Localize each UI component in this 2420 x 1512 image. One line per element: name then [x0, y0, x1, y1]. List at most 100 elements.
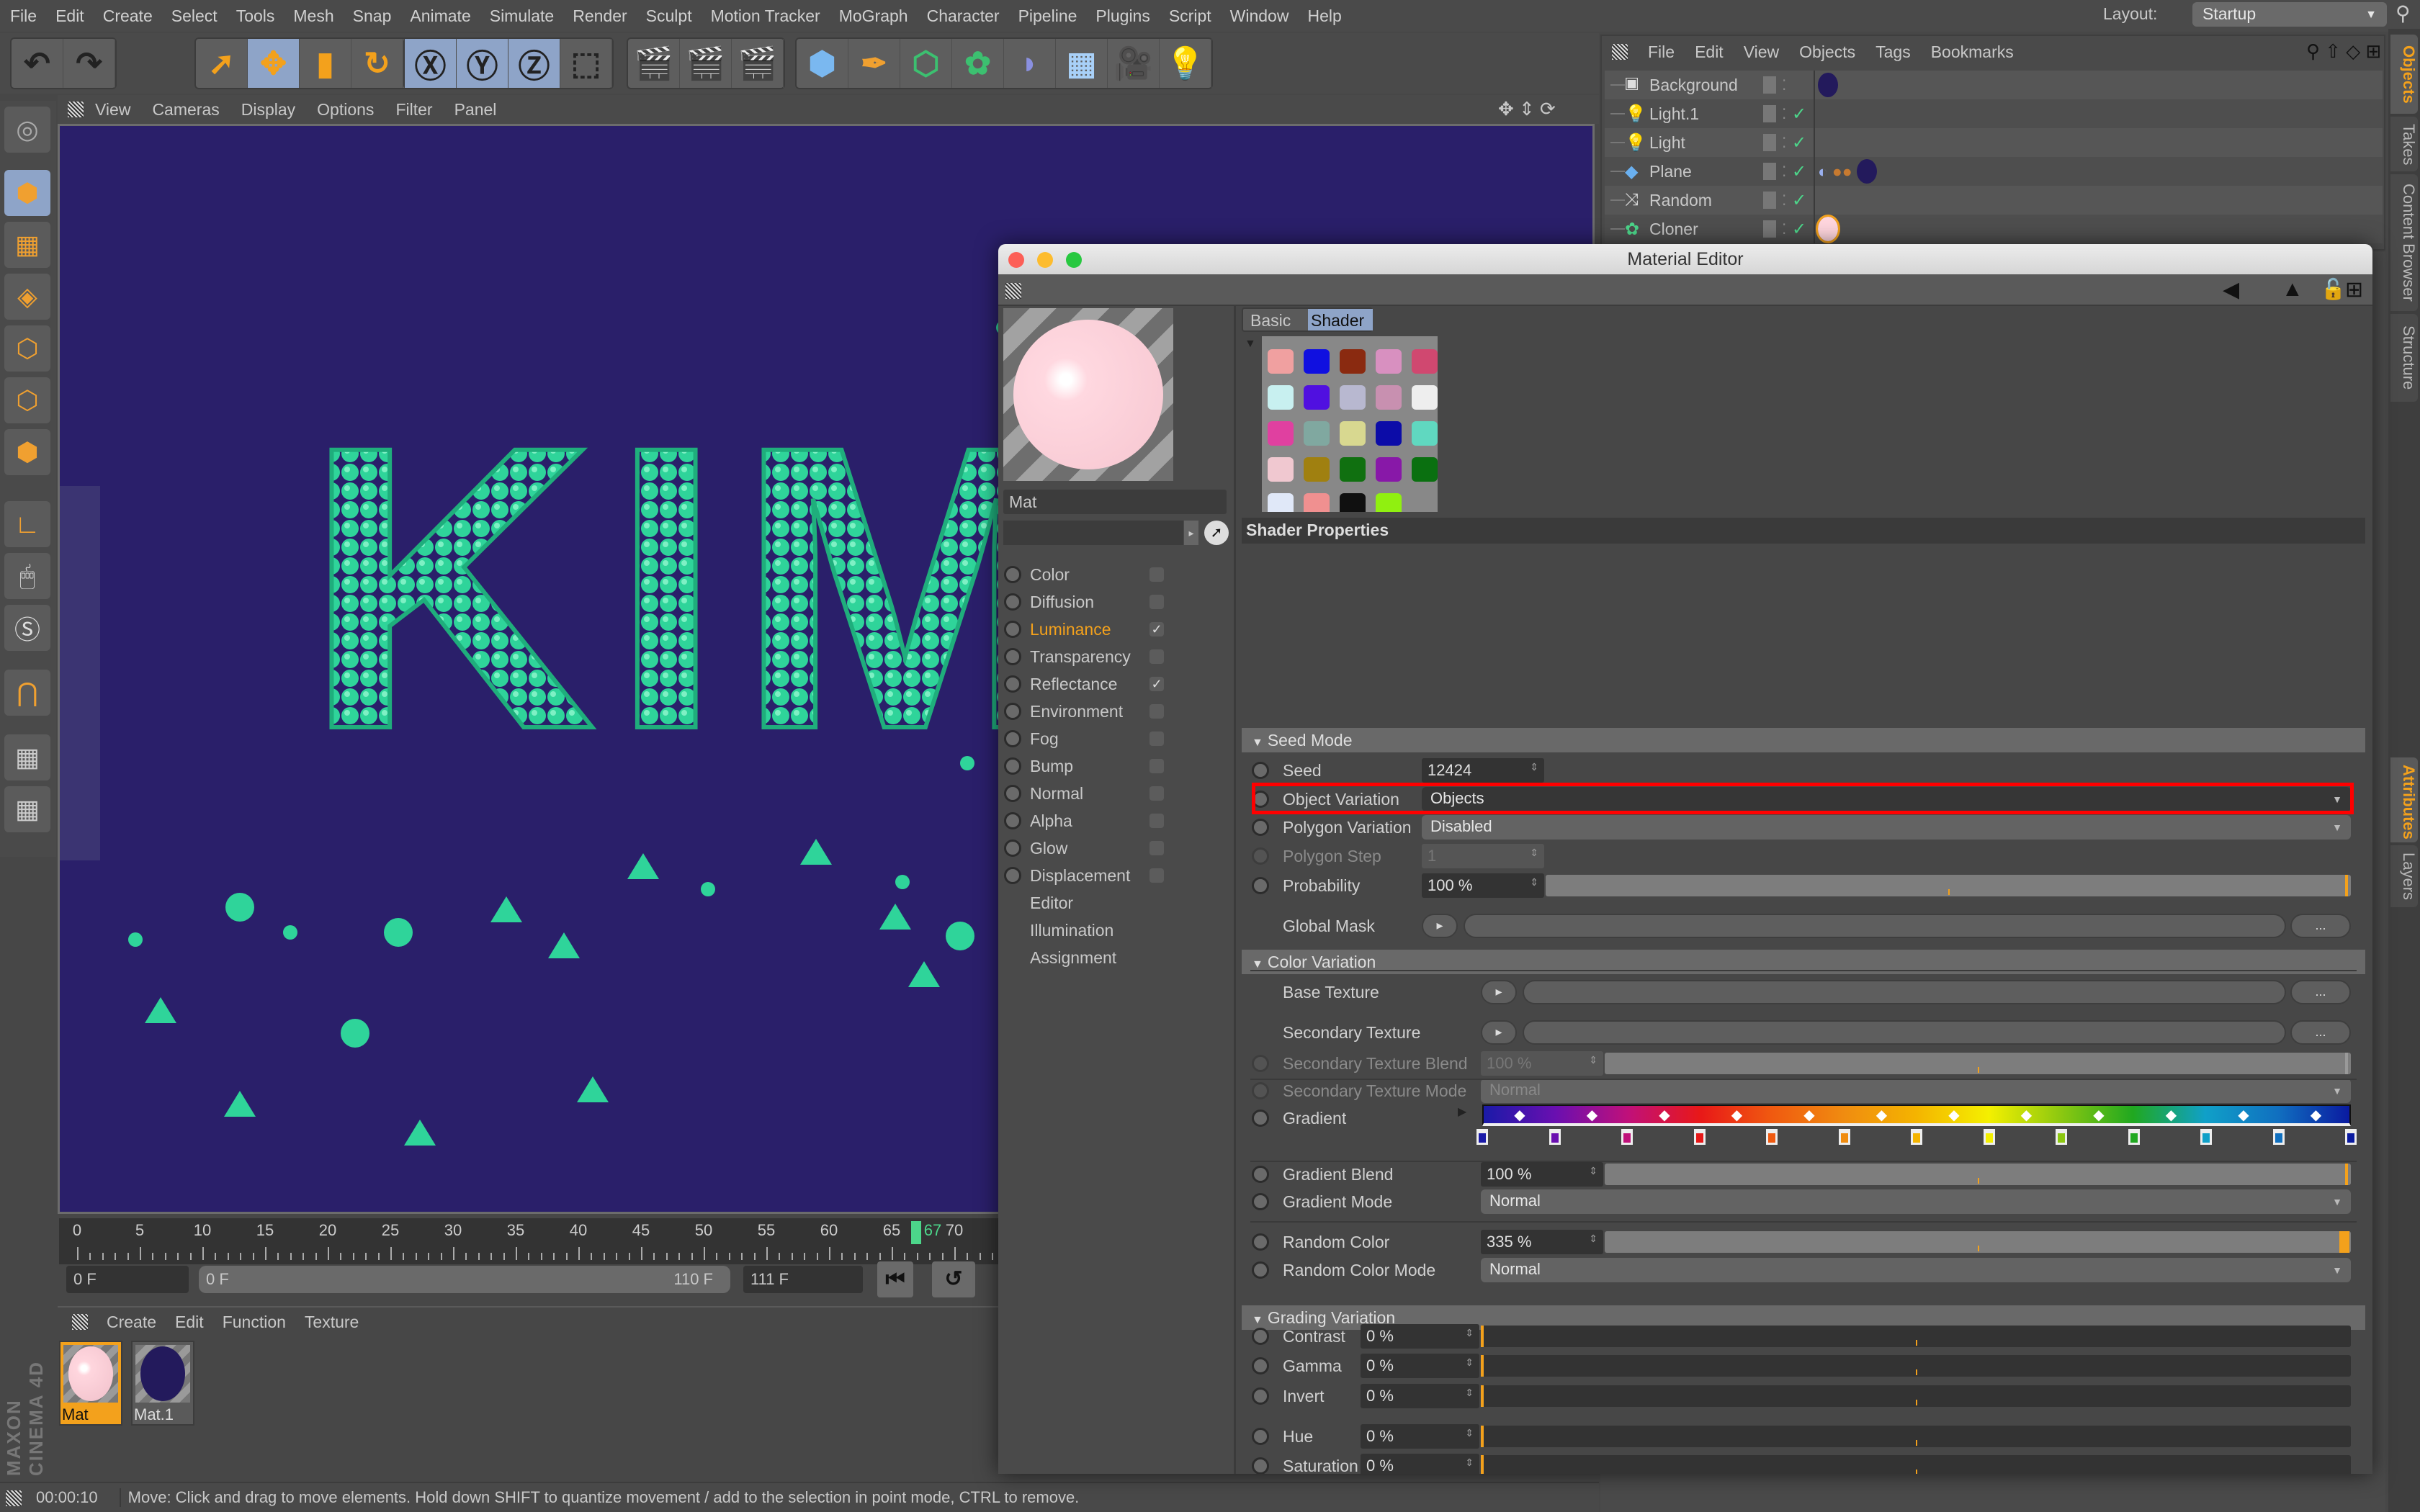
channel-radio[interactable] [1004, 867, 1021, 884]
menu-render[interactable]: Render [573, 6, 627, 26]
search-icon[interactable]: ⚲ [2396, 1, 2411, 25]
channel-checkbox[interactable] [1150, 595, 1164, 609]
om-menu-view[interactable]: View [1744, 42, 1779, 62]
model-mode-icon[interactable]: ⬢ [4, 170, 50, 216]
channel-reflectance[interactable]: Reflectance ✓ [1004, 671, 1164, 697]
channel-radio[interactable] [1004, 785, 1021, 802]
menu-edit[interactable]: Edit [55, 6, 84, 26]
rotate-icon[interactable]: ↻ [351, 39, 403, 88]
viewport-menu-cameras[interactable]: Cameras [152, 100, 219, 120]
channel-checkbox[interactable]: ✓ [1150, 622, 1164, 636]
visibility-dots-icon[interactable]: ⁚ [1782, 105, 1792, 123]
animate-radio[interactable] [1252, 1387, 1269, 1405]
current-frame-field[interactable]: 0 F [66, 1266, 189, 1293]
window-titlebar[interactable]: Material Editor [998, 244, 2372, 274]
menu-select[interactable]: Select [171, 6, 218, 26]
move-icon[interactable]: ✥ [248, 39, 300, 88]
gradient-knot[interactable] [1766, 1129, 1778, 1145]
light-icon[interactable]: 💡 [1160, 39, 1211, 88]
object-name[interactable]: Light [1649, 133, 1757, 153]
stepper-icon[interactable]: ⇕ [1465, 1427, 1474, 1439]
compositing-tag-icon[interactable]: ◐ [1818, 162, 1828, 181]
property-value-field[interactable]: 335 % ⇕ [1481, 1230, 1603, 1254]
gradient-interpolation-marker[interactable]: ◆ [1587, 1106, 1597, 1124]
gradient-interpolation-marker[interactable]: ◆ [1803, 1106, 1814, 1124]
slider-handle[interactable] [1481, 1355, 1484, 1377]
tweak-mode-icon[interactable]: 🖱 [4, 553, 50, 599]
channel-search-field[interactable] [1003, 521, 1183, 545]
channel-radio[interactable] [1004, 675, 1021, 693]
material-mat[interactable]: Mat [59, 1341, 122, 1426]
channel-editor[interactable]: Editor [1004, 890, 1155, 916]
property-dropdown[interactable]: Normal ▼ [1481, 1189, 2351, 1214]
deformer-icon[interactable]: ◗ [1004, 39, 1056, 88]
gradient-knot[interactable] [1549, 1129, 1561, 1145]
animate-radio[interactable] [1252, 1166, 1269, 1183]
animate-radio[interactable] [1252, 1357, 1269, 1374]
cube-icon[interactable]: ⬢ [797, 39, 848, 88]
layer-icon[interactable] [1763, 192, 1776, 209]
property-value-field[interactable]: 0 % ⇕ [1361, 1324, 1479, 1349]
texture-slot[interactable] [1523, 980, 2286, 1004]
gradient-interpolation-marker[interactable]: ◆ [2021, 1106, 2032, 1124]
expanded-arrow-icon[interactable]: ▼ [1252, 737, 1263, 749]
layer-icon[interactable] [1763, 220, 1776, 238]
floor-icon[interactable]: ▦ [1056, 39, 1108, 88]
menu-create[interactable]: Create [103, 6, 153, 26]
property-slider[interactable] [1481, 1326, 2351, 1347]
stepper-icon[interactable]: ⇕ [1530, 761, 1538, 773]
object-row[interactable]: 💡 Light.1 ⁚ ✓ [1605, 99, 2383, 128]
property-value-field[interactable]: 0 % ⇕ [1361, 1454, 1479, 1474]
mm-menu-create[interactable]: Create [107, 1313, 156, 1332]
back-arrow-icon[interactable]: ◀ [2223, 277, 2239, 302]
animate-radio[interactable] [1252, 877, 1269, 894]
object-name[interactable]: Random [1649, 191, 1757, 210]
channel-diffusion[interactable]: Diffusion [1004, 589, 1164, 615]
mat-pink-tag-icon[interactable] [1816, 215, 1840, 243]
property-value-field[interactable]: 100 % ⇕ [1481, 1162, 1603, 1187]
magnet-icon[interactable]: ⋂ [4, 670, 50, 716]
gradient-knot[interactable] [2345, 1129, 2357, 1145]
render-view-icon[interactable]: 🎬 [628, 39, 680, 88]
gradient-expand-arrow-icon[interactable]: ▶ [1458, 1104, 1466, 1119]
property-dropdown[interactable]: Normal ▼ [1481, 1258, 2351, 1282]
channel-radio[interactable] [1004, 566, 1021, 583]
preview-range-slider[interactable]: 0 F 110 F [199, 1266, 730, 1293]
enabled-check-icon[interactable]: ✓ [1792, 219, 1814, 240]
timeline-ruler[interactable]: 0 5 10 15 20 25 30 35 40 45 50 55 60 65 70 67 [59, 1218, 1006, 1264]
planar-workplane-icon[interactable]: ▦ [4, 786, 50, 832]
channel-assignment[interactable]: Assignment [1004, 945, 1155, 971]
menu-character[interactable]: Character [927, 6, 1000, 26]
channel-radio[interactable] [1004, 593, 1021, 611]
gradient-knot[interactable] [1983, 1129, 1995, 1145]
channel-environment[interactable]: Environment [1004, 698, 1164, 724]
live-selection-icon[interactable]: ➚ [196, 39, 248, 88]
animate-radio[interactable] [1252, 1055, 1269, 1072]
stepper-icon[interactable]: ⇕ [1589, 1233, 1597, 1245]
gradient-knot[interactable] [1621, 1129, 1633, 1145]
y-axis-icon[interactable]: Ⓨ [457, 39, 508, 88]
visibility-dots-icon[interactable]: ⁚ [1782, 220, 1792, 238]
viewport-menu-display[interactable]: Display [241, 100, 295, 120]
stepper-icon[interactable]: ⇕ [1530, 847, 1538, 859]
viewport-menu-view[interactable]: View [95, 100, 130, 120]
texture-arrow-button[interactable]: ▸ [1481, 980, 1517, 1004]
enabled-check-icon[interactable]: ✓ [1792, 161, 1814, 182]
gradient-knot[interactable] [2128, 1129, 2140, 1145]
channel-checkbox[interactable] [1150, 841, 1164, 855]
previous-key-icon[interactable]: ↺ [932, 1261, 975, 1297]
minimize-icon[interactable] [1037, 252, 1053, 268]
viewport-menu-panel[interactable]: Panel [454, 100, 497, 120]
menu-simulate[interactable]: Simulate [490, 6, 554, 26]
animate-radio[interactable] [1252, 1233, 1269, 1251]
channel-checkbox[interactable] [1150, 732, 1164, 746]
animate-radio[interactable] [1252, 847, 1269, 865]
slider-handle[interactable] [2345, 1053, 2348, 1074]
stepper-icon[interactable]: ⇕ [1465, 1356, 1474, 1369]
om-menu-file[interactable]: File [1648, 42, 1675, 62]
texture-slot[interactable] [1523, 1020, 2286, 1045]
up-arrow-icon[interactable]: ▲ [2282, 277, 2303, 302]
layer-icon[interactable] [1763, 134, 1776, 151]
menu-pipeline[interactable]: Pipeline [1018, 6, 1077, 26]
animate-radio[interactable] [1252, 819, 1269, 836]
